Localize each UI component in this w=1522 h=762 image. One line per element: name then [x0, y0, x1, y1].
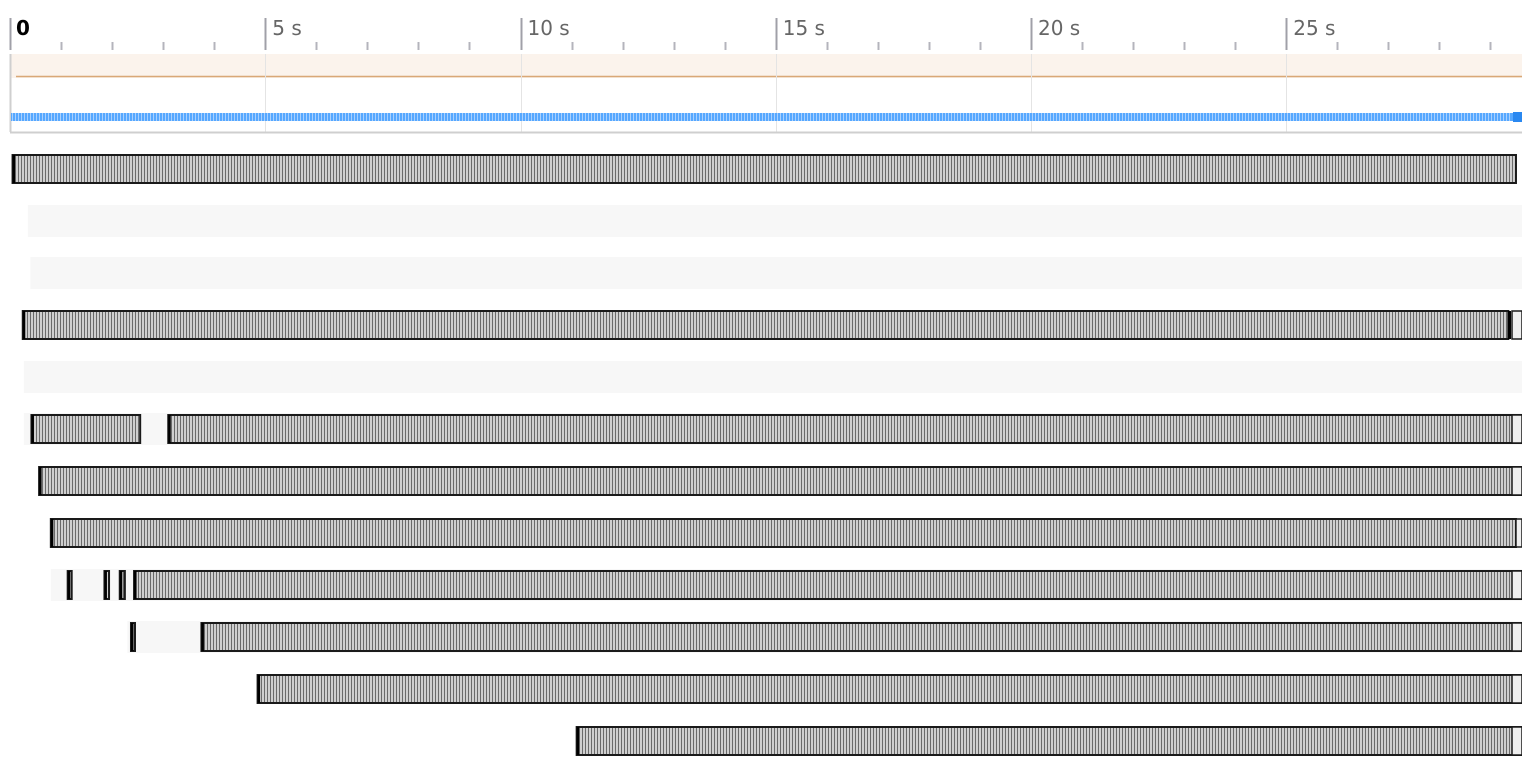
track-row[interactable]: [38, 466, 1522, 496]
track-row[interactable]: [27, 205, 1522, 237]
activity-bar-start: [201, 623, 204, 651]
track-row[interactable]: [50, 569, 1522, 601]
activity-bar[interactable]: [167, 414, 1522, 444]
ruler-label: 0: [16, 16, 30, 40]
track-row[interactable]: [256, 674, 1522, 704]
track-rows: [11, 154, 1522, 756]
activity-bar[interactable]: [133, 570, 1522, 600]
activity-bar[interactable]: [38, 466, 1522, 496]
track-row-background: [27, 205, 1522, 237]
track-row[interactable]: [23, 413, 1522, 445]
activity-track-end: [1513, 112, 1522, 122]
activity-bar-end: [1511, 674, 1522, 704]
activity-bar-start: [119, 571, 123, 599]
track-row[interactable]: [11, 154, 1517, 184]
activity-bar-end: [1515, 518, 1522, 548]
activity-bar-marker: [1508, 311, 1511, 339]
track-row[interactable]: [21, 310, 1522, 340]
activity-bar-end: [1511, 726, 1522, 756]
activity-bar-start: [22, 311, 26, 339]
activity-bar[interactable]: [49, 518, 1517, 548]
activity-bar-end: [1511, 310, 1522, 340]
activity-bar[interactable]: [200, 622, 1522, 652]
activity-bar-start: [257, 675, 261, 703]
activity-track: [11, 113, 1513, 121]
activity-bar-start: [130, 623, 134, 651]
ruler-label: 25 s: [1293, 16, 1335, 40]
activity-bar-start: [12, 155, 16, 183]
activity-bar[interactable]: [256, 674, 1522, 704]
ruler-label: 20 s: [1038, 16, 1080, 40]
activity-bar-start: [134, 571, 137, 599]
activity-bar[interactable]: [30, 414, 142, 444]
track-row-background: [30, 257, 1522, 289]
activity-bar-start: [39, 467, 42, 495]
track-row[interactable]: [127, 621, 1522, 653]
activity-bar[interactable]: [575, 726, 1522, 756]
activity-bar-end: [1511, 570, 1522, 600]
ruler-label: 5 s: [272, 16, 302, 40]
activity-bar-start: [576, 727, 580, 755]
track-row[interactable]: [30, 257, 1522, 289]
activity-bar[interactable]: [21, 310, 1510, 340]
activity-bar-start: [50, 519, 54, 547]
ruler-label: 15 s: [783, 16, 825, 40]
activity-bar-start: [104, 571, 107, 599]
ruler-label: 10 s: [528, 16, 570, 40]
track-row-background: [23, 361, 1522, 393]
track-row[interactable]: [23, 361, 1522, 393]
timeline-panel[interactable]: 0 5 s 10 s 15 s 20 s 25 s: [0, 0, 1522, 762]
activity-bar-start: [168, 415, 171, 443]
track-row[interactable]: [49, 518, 1522, 548]
activity-bar-end: [1511, 622, 1522, 652]
activity-bar-end: [1511, 466, 1522, 496]
time-ruler[interactable]: 0 5 s 10 s 15 s 20 s 25 s: [9, 16, 1492, 50]
activity-bar-end: [1511, 414, 1522, 444]
fps-band: [11, 54, 1522, 78]
activity-bar-start: [31, 415, 34, 443]
track-row[interactable]: [575, 726, 1522, 756]
activity-bar-start: [67, 571, 71, 599]
overview-strip[interactable]: [9, 54, 1522, 134]
activity-bar[interactable]: [11, 154, 1517, 184]
